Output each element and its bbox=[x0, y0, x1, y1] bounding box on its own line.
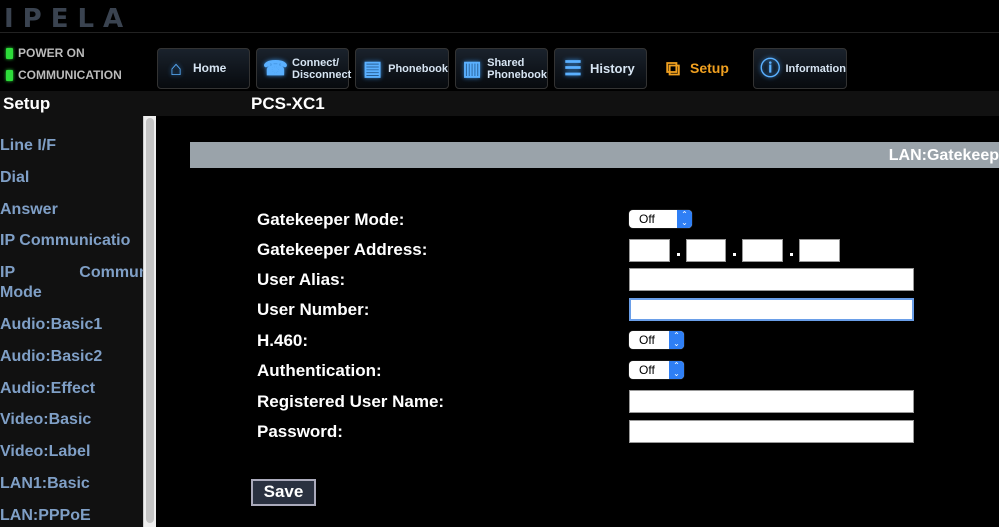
nav-connect-disconnect[interactable]: ☎ Connect/Disconnect bbox=[256, 48, 351, 89]
nav-label-line: Phonebook bbox=[487, 68, 547, 81]
phonebook-icon: ▤ bbox=[363, 57, 382, 80]
nav-label-line: Shared bbox=[487, 56, 525, 69]
sidebar-item-video-label[interactable]: Video:Label bbox=[0, 442, 143, 462]
info-icon: ⓘ bbox=[760, 57, 781, 80]
scrollbar-thumb[interactable] bbox=[146, 118, 154, 523]
sidebar-item-audio-basic1[interactable]: Audio:Basic1 bbox=[0, 315, 143, 335]
nav-phonebook[interactable]: ▤ Phonebook bbox=[355, 48, 449, 89]
label-h460: H.460: bbox=[257, 331, 309, 350]
gatekeeper-address-octet-1[interactable] bbox=[629, 239, 670, 262]
dot-separator bbox=[677, 253, 680, 256]
chevron-updown-icon: ⌃ ⌄ bbox=[669, 331, 684, 349]
led-icon bbox=[6, 69, 13, 81]
ipela-logo: IPELA bbox=[4, 4, 133, 34]
chevron-updown-icon: ⌃ ⌄ bbox=[677, 210, 692, 228]
divider bbox=[0, 32, 999, 33]
label-authentication: Authentication: bbox=[257, 361, 382, 380]
nav-label: Setup bbox=[690, 60, 729, 76]
toolbox-icon: ⧉ bbox=[665, 57, 681, 80]
label-gatekeeper-mode: Gatekeeper Mode: bbox=[257, 210, 405, 229]
title-bar: Setup PCS-XC1 bbox=[0, 91, 999, 116]
gatekeeper-address-octet-4[interactable] bbox=[799, 239, 840, 262]
nav-label-line: Disconnect bbox=[292, 68, 352, 81]
label-password: Password: bbox=[257, 422, 343, 441]
gatekeeper-mode-select[interactable]: Off ⌃ ⌄ bbox=[629, 210, 692, 228]
sidebar-item-audio-effect[interactable]: Audio:Effect bbox=[0, 379, 143, 399]
select-value: Off bbox=[639, 363, 655, 377]
chevron-updown-icon: ⌃ ⌄ bbox=[669, 361, 684, 379]
sidebar-item-audio-basic2[interactable]: Audio:Basic2 bbox=[0, 347, 143, 367]
shared-phonebook-icon: ▥ bbox=[462, 57, 482, 80]
sidebar-item-dial[interactable]: Dial bbox=[0, 168, 143, 188]
sidebar-item-lan-pppoe[interactable]: LAN:PPPoE bbox=[0, 506, 143, 526]
select-value: Off bbox=[639, 212, 655, 226]
sidebar: Line I/F Dial Answer IP Communicatio IP … bbox=[0, 116, 143, 527]
sidebar-scrollbar[interactable] bbox=[143, 116, 156, 527]
registered-user-name-input[interactable] bbox=[629, 390, 914, 413]
nav-label-line: Connect/ bbox=[292, 56, 340, 69]
gatekeeper-address-octet-3[interactable] bbox=[742, 239, 783, 262]
authentication-select[interactable]: Off ⌃ ⌄ bbox=[629, 361, 684, 379]
power-status: POWER ON bbox=[6, 46, 85, 60]
nav-label: History bbox=[590, 61, 635, 76]
status-label: COMMUNICATION bbox=[18, 68, 122, 82]
save-button[interactable]: Save bbox=[251, 479, 316, 506]
password-input[interactable] bbox=[629, 420, 914, 443]
user-number-input[interactable] bbox=[629, 298, 914, 321]
status-label: POWER ON bbox=[18, 46, 85, 60]
h460-select[interactable]: Off ⌃ ⌄ bbox=[629, 331, 684, 349]
nav-information[interactable]: ⓘ Information bbox=[753, 48, 847, 89]
sidebar-item-lan1-basic[interactable]: LAN1:Basic bbox=[0, 474, 143, 494]
nav-home[interactable]: ⌂ Home bbox=[157, 48, 250, 89]
nav-label: Home bbox=[193, 61, 227, 75]
select-value: Off bbox=[639, 333, 655, 347]
history-icon: ☰ bbox=[564, 57, 582, 80]
nav-label: Phonebook bbox=[388, 62, 448, 75]
sidebar-item-ip-communication[interactable]: IP Communicatio bbox=[0, 231, 143, 251]
label-gatekeeper-address: Gatekeeper Address: bbox=[257, 240, 428, 259]
sidebar-item-line-if[interactable]: Line I/F bbox=[0, 136, 143, 156]
phone-icon: ☎ bbox=[263, 57, 288, 80]
nav-label: Connect/Disconnect bbox=[292, 57, 351, 81]
nav-label: Shared Phonebook bbox=[487, 57, 547, 81]
device-name: PCS-XC1 bbox=[251, 94, 325, 113]
section-heading: LAN:Gatekeep bbox=[190, 142, 999, 168]
nav-label: Information bbox=[785, 62, 847, 75]
nav-shared-phonebook[interactable]: ▥ Shared Phonebook bbox=[455, 48, 548, 89]
label-user-number: User Number: bbox=[257, 300, 370, 319]
sidebar-item-video-basic[interactable]: Video:Basic bbox=[0, 410, 143, 430]
user-alias-input[interactable] bbox=[629, 268, 914, 291]
gatekeeper-address-octet-2[interactable] bbox=[686, 239, 726, 262]
sidebar-item-answer[interactable]: Answer bbox=[0, 200, 143, 220]
dot-separator bbox=[790, 253, 793, 256]
nav-setup[interactable]: ⧉ Setup bbox=[655, 48, 740, 89]
label-user-alias: User Alias: bbox=[257, 270, 346, 289]
communication-status: COMMUNICATION bbox=[6, 68, 122, 82]
section-title: Setup bbox=[3, 94, 51, 113]
led-icon bbox=[6, 47, 13, 59]
label-registered-user-name: Registered User Name: bbox=[257, 392, 445, 411]
sidebar-item-ip-communication-mode[interactable]: IP Communicatio Mode bbox=[0, 263, 143, 303]
home-icon: ⌂ bbox=[169, 57, 183, 80]
dot-separator bbox=[733, 253, 736, 256]
nav-history[interactable]: ☰ History bbox=[554, 48, 647, 89]
